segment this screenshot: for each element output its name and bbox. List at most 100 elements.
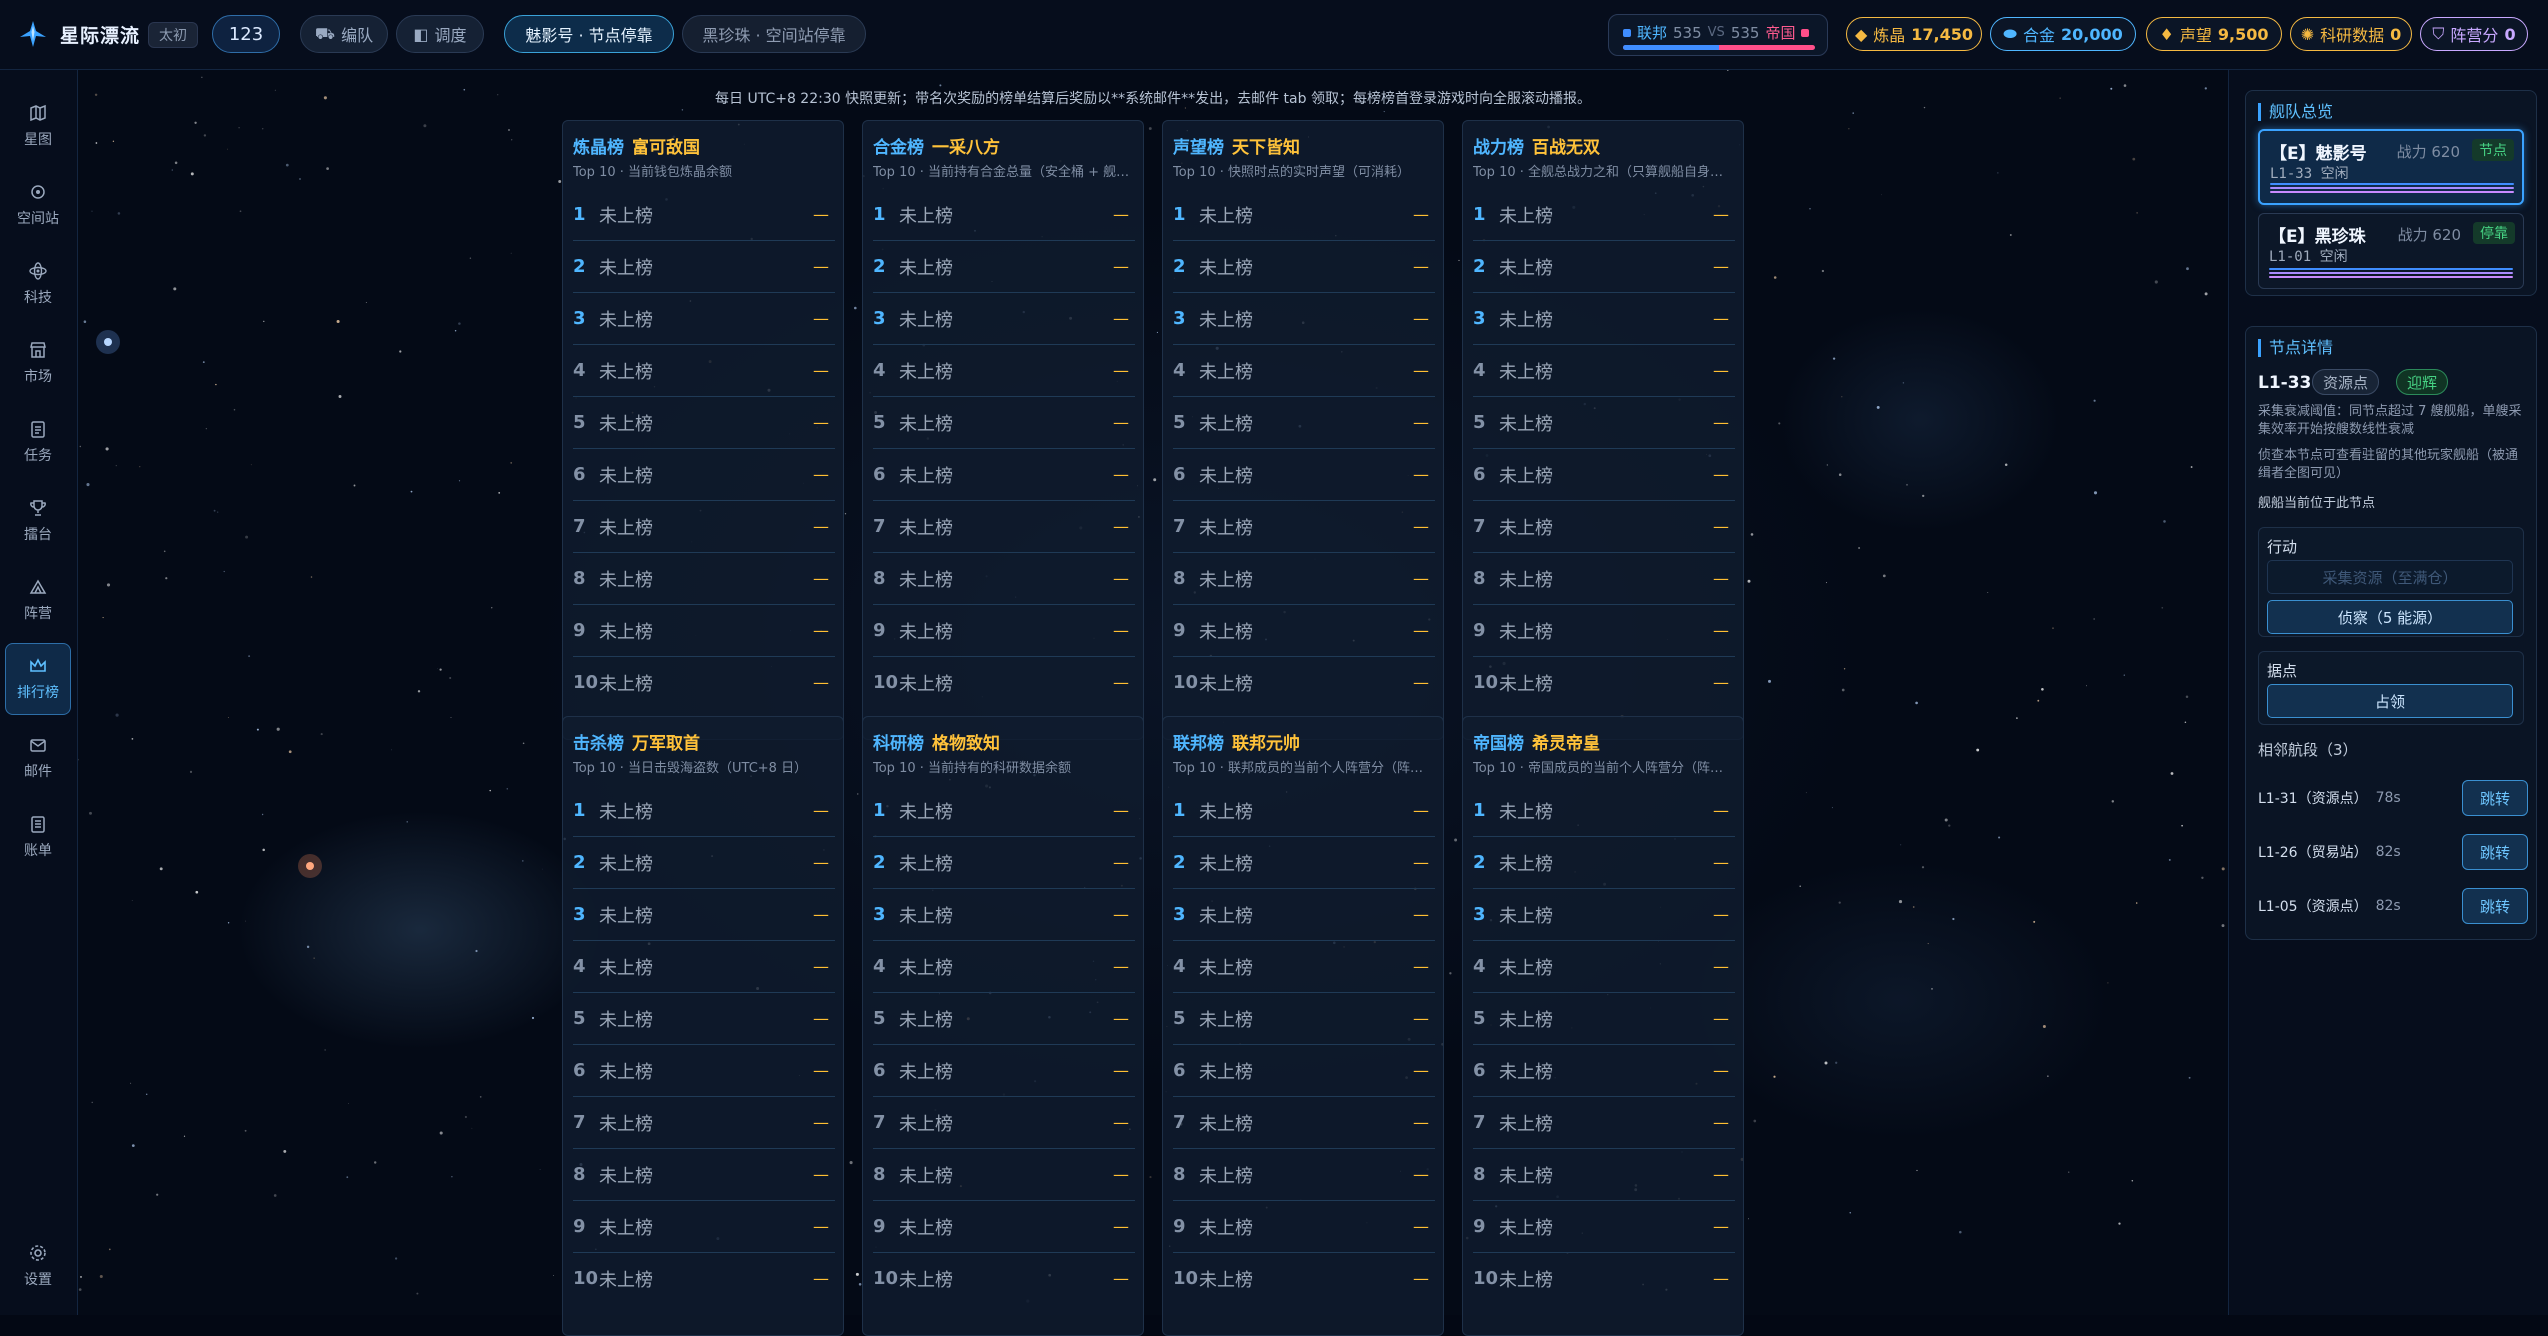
jump-button[interactable]: 跳转 <box>2462 780 2528 816</box>
ledger-icon <box>31 816 45 833</box>
ship-card-phantom[interactable]: 【E】魅影号 战力 620 节点 L1-33 空闲 <box>2258 129 2524 205</box>
rank-row: 1 未上榜 — <box>1473 785 1735 837</box>
sidebar-item-starmap[interactable]: 星图 <box>5 90 71 162</box>
rank-number: 5 <box>573 412 586 433</box>
board-description: Top 10 · 帝国成员的当前个人阵营分（阵营限定） <box>1473 761 1735 776</box>
board-description: Top 10 · 当前钱包炼晶余额 <box>573 165 733 180</box>
rank-player: 未上榜 <box>1199 1113 1253 1135</box>
rank-row: 5 未上榜 — <box>873 397 1135 449</box>
occupy-button[interactable]: 占领 <box>2267 684 2513 718</box>
rank-number: 8 <box>1473 1164 1486 1185</box>
rank-number: 4 <box>873 956 886 977</box>
rank-row: 6 未上榜 — <box>1473 1045 1735 1097</box>
node-type-chip: 资源点 <box>2312 369 2380 395</box>
ship-card-black-pearl[interactable]: 【E】黑珍珠 战力 620 停靠 L1-01 空闲 <box>2258 213 2524 289</box>
jump-button[interactable]: 跳转 <box>2462 834 2528 870</box>
rank-row: 8 未上榜 — <box>1173 553 1435 605</box>
resource-crystal[interactable]: ◆ 炼晶 17,450 <box>1846 17 1982 51</box>
brand[interactable]: 星际漂流 <box>16 17 140 51</box>
rank-value: — <box>813 465 829 484</box>
ranking-board: 炼晶榜 富可敌国 Top 10 · 当前钱包炼晶余额 1 未上榜 —2 未上榜 —3 未上榜 —4… <box>562 120 844 740</box>
adjacent-routes-title: 相邻航段（3） <box>2258 741 2358 759</box>
rank-number: 3 <box>1173 308 1186 329</box>
rank-value: — <box>1713 1113 1729 1132</box>
fleet-button[interactable]: ⛟ 编队 <box>300 15 388 53</box>
node-id: L1-33 <box>2258 373 2312 393</box>
rank-value: — <box>1413 361 1429 380</box>
sidebar-item-ranking[interactable]: 排行榜 <box>5 643 71 715</box>
jump-button[interactable]: 跳转 <box>2462 888 2528 924</box>
rank-value: — <box>1413 853 1429 872</box>
rank-player: 未上榜 <box>1199 517 1253 539</box>
rank-row: 7 未上榜 — <box>573 1097 835 1149</box>
sidebar-item-tasks[interactable]: 任务 <box>5 406 71 478</box>
rank-row: 9 未上榜 — <box>873 1201 1135 1253</box>
sidebar-item-arena[interactable]: 擂台 <box>5 485 71 557</box>
rank-row: 10 未上榜 — <box>1473 1253 1735 1304</box>
rank-number: 6 <box>573 464 586 485</box>
board-description: Top 10 · 当日击毁海盗数（UTC+8 日） <box>573 761 808 776</box>
rank-number: 5 <box>873 412 886 433</box>
scout-button[interactable]: 侦察（5 能源） <box>2267 600 2513 634</box>
sidebar-item-mail[interactable]: 邮件 <box>5 722 71 794</box>
board-title: 联邦榜 联邦元帅 <box>1173 729 1300 754</box>
rank-player: 未上榜 <box>899 309 953 331</box>
sidebar-item-label: 擂台 <box>24 527 52 543</box>
rank-player: 未上榜 <box>599 1217 653 1239</box>
rank-number: 10 <box>1173 672 1199 693</box>
rank-number: 10 <box>573 1268 599 1289</box>
rank-row: 2 未上榜 — <box>873 241 1135 293</box>
rank-value: — <box>1113 853 1129 872</box>
sidebar-item-tech[interactable]: 科技 <box>5 248 71 320</box>
rank-value: — <box>1713 1165 1729 1184</box>
fleet-tab-black-pearl[interactable]: 黑珍珠 · 空间站停靠 <box>682 15 866 53</box>
rank-number: 1 <box>873 800 886 821</box>
rank-number: 4 <box>1173 360 1186 381</box>
fleet-tab-phantom[interactable]: 魅影号 · 节点停靠 <box>504 15 674 53</box>
rank-value: — <box>813 621 829 640</box>
collect-resources-button[interactable]: 采集资源（至满仓） <box>2267 560 2513 594</box>
node-detail-panel: 节点详情 L1-33 资源点 迎辉 采集衰减阈值：同节点超过 7 艘舰船，单艘采… <box>2245 326 2537 940</box>
resource-camp[interactable]: ⛉ 阵营分 0 <box>2420 17 2528 51</box>
dispatch-button[interactable]: ◧ 调度 <box>396 15 484 53</box>
ship-location: L1-01 空闲 <box>2269 249 2348 265</box>
atom-icon <box>29 262 47 280</box>
rank-player: 未上榜 <box>599 853 653 875</box>
rank-row: 8 未上榜 — <box>1473 1149 1735 1201</box>
rank-row: 5 未上榜 — <box>573 397 835 449</box>
rank-row: 9 未上榜 — <box>1473 605 1735 657</box>
rank-row: 5 未上榜 — <box>1173 397 1435 449</box>
rank-row: 10 未上榜 — <box>1173 657 1435 708</box>
resource-research[interactable]: ✺ 科研数据 0 <box>2290 17 2412 51</box>
sidebar-item-ledger[interactable]: 账单 <box>5 801 71 873</box>
rank-number: 1 <box>1173 800 1186 821</box>
resource-prestige[interactable]: ♦ 声望 9,500 <box>2146 17 2282 51</box>
rank-player: 未上榜 <box>1199 205 1253 227</box>
rank-row: 4 未上榜 — <box>573 345 835 397</box>
board-description: Top 10 · 当前持有的科研数据余额 <box>873 761 1072 776</box>
research-icon: ✺ <box>2300 24 2315 44</box>
rank-value: — <box>1113 1217 1129 1236</box>
user-id-button[interactable]: 123 <box>212 15 280 53</box>
rank-value: — <box>1113 569 1129 588</box>
crown-icon <box>30 658 46 672</box>
rank-player: 未上榜 <box>599 905 653 927</box>
rank-list: 1 未上榜 — 2 未上榜 — 3 未上榜 — 4 未上榜 — 5 未上榜 — 6 未上榜 — 7 未上榜 — 8 未上榜 —… <box>1173 785 1435 1304</box>
rank-value: — <box>813 517 829 536</box>
sidebar-item-label: 阵营 <box>24 606 52 622</box>
sidebar-item-station[interactable]: 空间站 <box>5 169 71 241</box>
sidebar-item-camp[interactable]: 阵营 <box>5 564 71 636</box>
rank-number: 6 <box>1173 464 1186 485</box>
rank-number: 9 <box>1473 1216 1486 1237</box>
sidebar-item-settings[interactable]: 设置 <box>5 1230 71 1302</box>
rank-player: 未上榜 <box>899 1061 953 1083</box>
sidebar-item-market[interactable]: 市场 <box>5 327 71 399</box>
rank-player: 未上榜 <box>899 1165 953 1187</box>
rank-number: 5 <box>1173 1008 1186 1029</box>
resource-alloy[interactable]: ⬬ 合金 20,000 <box>1990 17 2136 51</box>
rank-value: — <box>1413 673 1429 692</box>
rank-value: — <box>1413 413 1429 432</box>
gear-icon <box>30 1245 46 1261</box>
rank-value: — <box>813 853 829 872</box>
rank-number: 8 <box>873 1164 886 1185</box>
